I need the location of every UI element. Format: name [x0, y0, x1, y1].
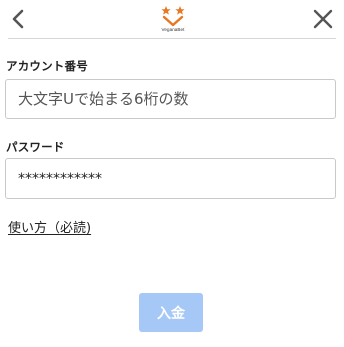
password-input[interactable]	[5, 158, 336, 199]
logo-mark	[161, 6, 185, 27]
brand-logo: VeganaBet	[155, 5, 191, 35]
logo-text: VeganaBet	[161, 27, 185, 32]
how-to-use-link[interactable]: 使い方（必読)	[8, 217, 91, 236]
header-divider	[8, 38, 336, 39]
back-button[interactable]	[8, 6, 30, 32]
account-number-label: アカウント番号	[6, 59, 88, 73]
close-button[interactable]	[312, 8, 334, 30]
password-label: パスワード	[6, 140, 65, 154]
deposit-login-screen: VeganaBet アカウント番号 パスワード 使い方（必読) 入金	[0, 0, 344, 347]
header: VeganaBet	[0, 0, 344, 38]
chevron-left-icon	[12, 9, 24, 29]
account-number-input[interactable]	[5, 79, 336, 119]
deposit-button[interactable]: 入金	[139, 293, 203, 332]
close-icon	[313, 9, 333, 29]
